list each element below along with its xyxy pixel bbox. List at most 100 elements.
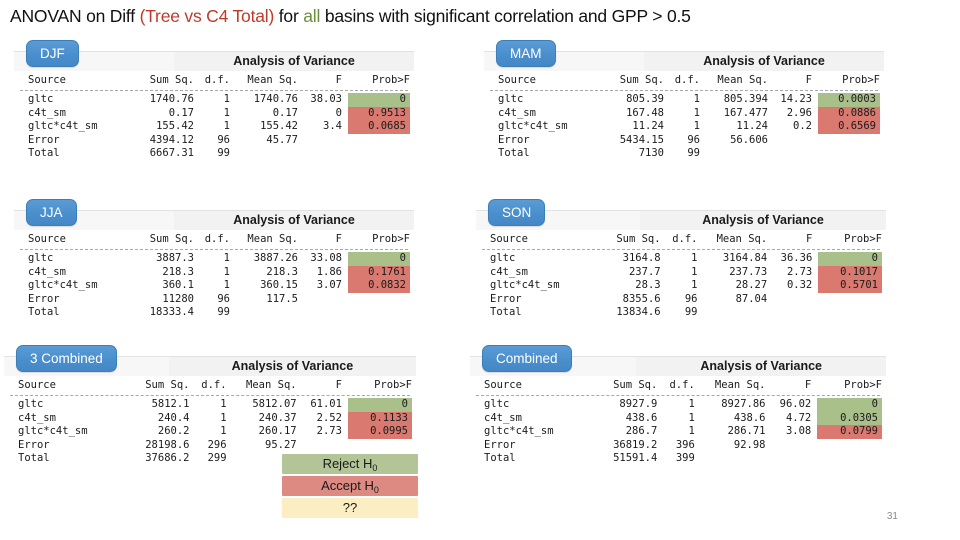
anova-window: Analysis of Variance Source Sum Sq. d.f. Mea… <box>14 51 414 165</box>
column-header-f: F <box>335 233 342 245</box>
cell-source: Total <box>28 306 60 318</box>
cell-df: 96 <box>687 133 700 146</box>
cell-source: gltc*c4t_sm <box>498 120 568 132</box>
cell-df: 399 <box>675 452 695 464</box>
cell-f: 2.73 <box>316 425 342 437</box>
cell-f: 33.08 <box>310 252 342 264</box>
cell-source: gltc*c4t_sm <box>490 279 560 291</box>
cell-prob: 0.0886 <box>816 106 884 120</box>
cell-mean_sq: 805.394 <box>723 93 768 105</box>
column-header-d-f: d.f. <box>674 74 700 86</box>
legend: Reject H0 Accept H0 ?? <box>282 454 418 520</box>
cell-mean_sq <box>701 306 771 320</box>
cell-prob: 0.0832 <box>346 279 414 293</box>
column-header-source: Source <box>498 74 536 86</box>
p-value-highlight-none <box>348 306 410 319</box>
anova-body: Source Sum Sq. d.f. Mean Sq. F Prob>F gltc 3887… <box>14 230 414 324</box>
cell-df: 299 <box>207 452 227 464</box>
table-row: Total 7130 99 <box>484 147 884 161</box>
table-row: gltc 3887.3 1 3887.26 33.08 0 <box>14 252 414 266</box>
cell-mean_sq: 11.24 <box>736 120 768 132</box>
table-row: Total 6667.31 99 <box>14 147 414 161</box>
cell-mean_sq: 237.73 <box>729 265 768 278</box>
column-header-d-f: d.f. <box>204 74 230 86</box>
cell-mean_sq <box>699 452 770 466</box>
cell-sum_sq: 286.7 <box>625 425 658 437</box>
cell-sum_sq: 7130 <box>638 147 664 159</box>
table-row: gltc*c4t_sm 155.42 1 155.42 3.4 0.0685 <box>14 120 414 134</box>
column-header-sum-sq: Sum Sq. <box>619 74 664 86</box>
table-row: Total 13834.6 99 <box>476 306 886 320</box>
cell-prob: 0.6569 <box>816 120 884 134</box>
cell-df: 1 <box>691 265 698 278</box>
anova-window: Analysis of Variance Source Sum Sq. d.f. Mea… <box>470 356 886 470</box>
cell-f: 3.08 <box>785 425 812 437</box>
cell-sum_sq: 805.39 <box>626 93 664 105</box>
cell-prob: 0.9513 <box>346 106 414 120</box>
anova-body: Source Sum Sq. d.f. Mean Sq. F Prob>F gltc 3164… <box>476 230 886 324</box>
anova-window: Analysis of Variance Source Sum Sq. d.f. Mea… <box>484 51 884 165</box>
cell-f: 96.02 <box>779 398 812 410</box>
anova-table: Source Sum Sq. d.f. Mean Sq. F Prob>F gltc 1740… <box>14 73 414 161</box>
column-header-sum-sq: Sum Sq. <box>149 233 194 245</box>
column-header-sum-sq: Sum Sq. <box>613 379 658 391</box>
cell-f: 1.86 <box>316 265 342 278</box>
legend-item-accept-h0: Accept H0 <box>282 476 418 496</box>
legend-item-unknown: ?? <box>282 498 418 518</box>
cell-sum_sq: 11280 <box>162 292 194 305</box>
table-row: c4t_sm 218.3 1 218.3 1.86 0.1761 <box>14 265 414 279</box>
cell-f <box>302 293 346 307</box>
p-value-highlight-red: 0.0799 <box>817 425 882 439</box>
cell-mean_sq: 260.17 <box>258 425 297 437</box>
anova-heading: Analysis of Variance <box>168 357 416 376</box>
p-value-highlight-red: 0.9513 <box>348 106 410 120</box>
cell-df: 1 <box>688 425 695 437</box>
cell-sum_sq: 4394.12 <box>149 133 194 146</box>
cell-sum_sq: 13834.6 <box>616 306 661 318</box>
cell-source: gltc <box>28 252 54 264</box>
anova-header-row: Source Sum Sq. d.f. Mean Sq. F Prob>F <box>476 232 886 247</box>
title-segment-5: basins with significant correlation and … <box>320 6 691 26</box>
column-header-f: F <box>805 233 813 245</box>
cell-df: 1 <box>223 252 230 264</box>
anova-heading: Analysis of Variance <box>174 211 414 230</box>
p-value-highlight-none <box>818 134 880 147</box>
cell-prob <box>346 147 414 161</box>
table-row: Error 11280 96 117.5 <box>14 293 414 307</box>
column-header-prob-f: Prob>F <box>844 233 882 245</box>
cell-sum_sq: 3887.3 <box>156 252 194 264</box>
cell-f <box>302 306 346 320</box>
legend-item-reject-h0: Reject H0 <box>282 454 418 474</box>
season-tab-combined[interactable]: Combined <box>482 345 572 372</box>
anova-heading: Analysis of Variance <box>644 52 884 71</box>
cell-prob: 0 <box>815 398 886 412</box>
cell-f <box>302 134 346 148</box>
column-header-prob-f: Prob>F <box>844 379 882 391</box>
cell-sum_sq: 8355.6 <box>622 292 661 305</box>
season-tab-son[interactable]: SON <box>488 199 546 226</box>
season-tab-djf[interactable]: DJF <box>26 40 79 67</box>
cell-mean_sq: 1740.76 <box>253 93 298 105</box>
cell-df: 99 <box>217 147 230 159</box>
cell-source: Error <box>28 292 60 305</box>
cell-f: 2.52 <box>316 411 342 424</box>
season-tab-mam[interactable]: MAM <box>496 40 556 67</box>
anova-header-row: Source Sum Sq. d.f. Mean Sq. F Prob>F <box>4 378 416 393</box>
cell-prob <box>346 439 416 453</box>
cell-df: 1 <box>691 279 698 291</box>
cell-f: 2.73 <box>786 265 813 278</box>
cell-f <box>302 147 346 161</box>
cell-mean_sq: 3164.84 <box>722 252 768 264</box>
cell-sum_sq: 5812.1 <box>151 398 190 410</box>
season-tab-jja[interactable]: JJA <box>26 199 77 226</box>
cell-prob: 0 <box>346 252 414 266</box>
table-row: gltc*c4t_sm 260.2 1 260.17 2.73 0.0995 <box>4 425 416 439</box>
divider <box>490 90 878 91</box>
cell-source: gltc <box>498 93 524 105</box>
column-header-prob-f: Prob>F <box>372 74 410 86</box>
cell-f: 3.07 <box>316 279 342 291</box>
column-header-f: F <box>335 379 342 391</box>
cell-mean_sq <box>234 306 302 320</box>
cell-prob: 0.0305 <box>815 411 886 425</box>
season-tab-three-combined[interactable]: 3 Combined <box>16 345 117 372</box>
